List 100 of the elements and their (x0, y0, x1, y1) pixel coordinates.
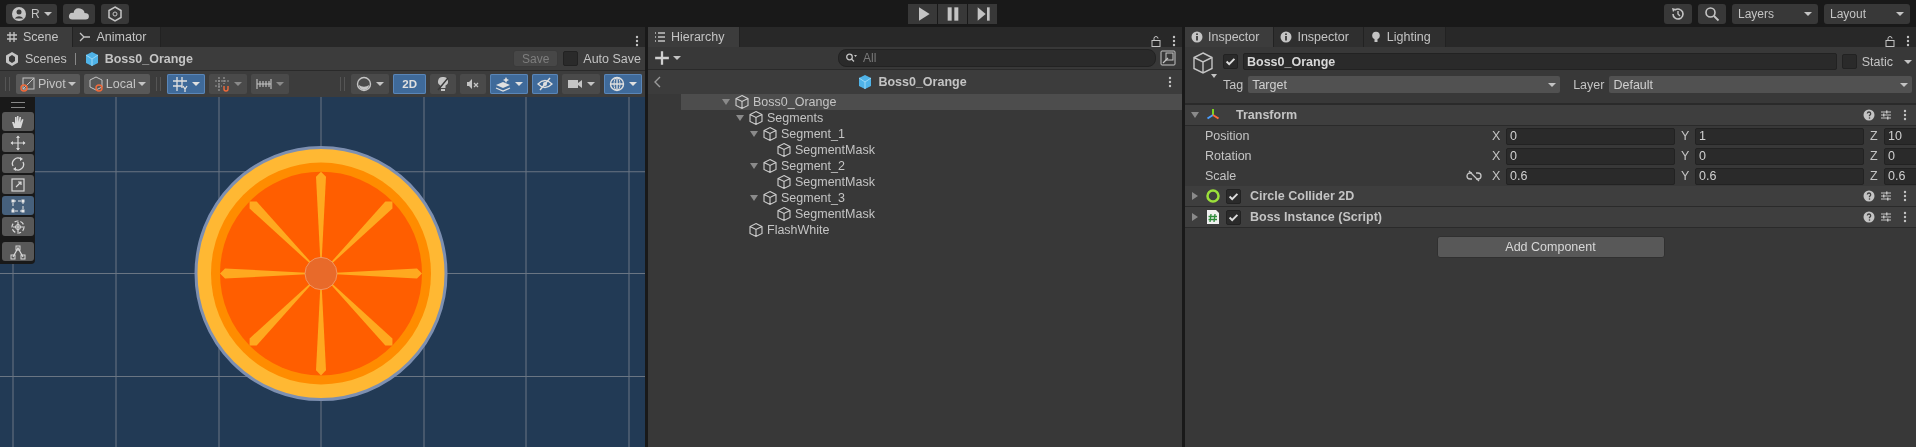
hierarchy-item[interactable]: SegmentMask (795, 175, 875, 189)
more-icon[interactable] (1172, 35, 1176, 47)
number-field[interactable]: 0 (1695, 147, 1864, 165)
tag-dropdown[interactable]: Target (1248, 76, 1561, 93)
more-icon[interactable] (1903, 190, 1907, 202)
enabled-checkbox[interactable] (1226, 188, 1241, 204)
snap-button[interactable] (250, 74, 289, 94)
hierarchy-item[interactable]: Boss0_Orange (753, 95, 837, 109)
hierarchy-item[interactable]: Segment_2 (781, 159, 845, 173)
tool-button[interactable] (1, 133, 34, 152)
play-button[interactable] (908, 3, 937, 24)
snap-button[interactable] (208, 74, 247, 94)
lock-icon[interactable] (1884, 35, 1896, 47)
sliders-icon[interactable] (1880, 211, 1892, 223)
tool-button[interactable] (1, 196, 34, 215)
enabled-checkbox[interactable] (1226, 209, 1241, 225)
hierarchy-item[interactable]: Segment_3 (781, 191, 845, 205)
history-button[interactable] (1664, 3, 1692, 24)
number-field[interactable]: 0 (1506, 147, 1675, 165)
more-icon[interactable] (1168, 76, 1172, 88)
layers-dropdown[interactable]: Layers (1732, 3, 1818, 24)
add-component-button[interactable]: Add Component (1436, 236, 1665, 258)
panel-tab[interactable]: Inspector (1274, 27, 1364, 47)
account-button[interactable]: R (6, 3, 57, 24)
layer-dropdown[interactable]: Default (1609, 76, 1912, 93)
name-field[interactable]: Boss0_Orange (1243, 53, 1837, 70)
help-icon[interactable] (1863, 190, 1875, 202)
tool-button[interactable] (1, 217, 34, 236)
tool-button[interactable] (1, 175, 34, 194)
view-toggle[interactable] (604, 74, 642, 94)
cloud-button[interactable] (62, 3, 95, 24)
number-field[interactable]: 0.6 (1884, 167, 1916, 185)
search-mode-icon[interactable] (1160, 50, 1176, 66)
panel-tab[interactable]: Hierarchy (648, 27, 740, 47)
hierarchy-item[interactable]: SegmentMask (795, 207, 875, 221)
more-icon[interactable] (1906, 35, 1910, 47)
view-toggle[interactable] (562, 74, 600, 94)
pivot-dropdown[interactable]: Pivot (16, 74, 80, 94)
hierarchy-item[interactable]: SegmentMask (795, 143, 875, 157)
breadcrumb-link[interactable]: Scenes (25, 51, 67, 66)
tool-button[interactable] (1, 242, 34, 261)
search-button[interactable] (1698, 3, 1726, 24)
package-button[interactable] (100, 3, 129, 24)
active-checkbox[interactable] (1223, 54, 1238, 69)
disclosure-triangle-icon[interactable] (749, 161, 759, 171)
caret-icon[interactable] (1904, 57, 1912, 66)
disclosure-triangle-icon[interactable] (735, 113, 745, 123)
snap-button[interactable] (166, 74, 205, 94)
disclosure-triangle-icon[interactable] (1190, 191, 1200, 201)
layout-dropdown[interactable]: Layout (1824, 3, 1910, 24)
panel-tab[interactable]: Inspector (1185, 27, 1275, 47)
help-icon[interactable] (1863, 109, 1875, 121)
axis-label[interactable]: Z (1870, 169, 1880, 183)
cube-icon[interactable] (1191, 51, 1219, 79)
component-header[interactable]: Boss Instance (Script) (1185, 207, 1916, 228)
disclosure-triangle-icon[interactable] (749, 129, 759, 139)
hierarchy-item[interactable]: FlashWhite (767, 223, 830, 237)
panel-tab[interactable]: Scene (0, 27, 74, 47)
number-field[interactable]: 0.6 (1695, 167, 1864, 185)
local-dropdown[interactable]: Local (83, 74, 150, 94)
more-icon[interactable] (635, 35, 639, 47)
axis-label[interactable]: Y (1681, 169, 1691, 183)
link-icon[interactable] (1466, 170, 1482, 182)
axis-label[interactable]: Y (1681, 149, 1691, 163)
axis-label[interactable]: X (1492, 129, 1502, 143)
view-toggle[interactable] (490, 74, 528, 94)
number-field[interactable]: 1 (1695, 127, 1864, 145)
step-button[interactable] (968, 3, 997, 24)
panel-tab[interactable]: Lighting (1363, 27, 1446, 47)
number-field[interactable]: 10 (1884, 127, 1916, 145)
hierarchy-item[interactable]: Segment_1 (781, 127, 845, 141)
axis-label[interactable]: Z (1870, 149, 1880, 163)
pause-button[interactable] (938, 3, 967, 24)
panel-tab[interactable]: Animator (73, 27, 162, 47)
disclosure-triangle-icon[interactable] (749, 193, 759, 203)
search-field[interactable]: All (838, 49, 1156, 67)
tool-button[interactable] (1, 112, 34, 131)
view-toggle[interactable] (351, 74, 390, 94)
tool-button[interactable] (1, 154, 34, 173)
scene-view[interactable] (0, 97, 645, 447)
axis-label[interactable]: Z (1870, 129, 1880, 143)
view-toggle[interactable]: 2D (393, 74, 426, 94)
hierarchy-item[interactable]: Segments (767, 111, 824, 125)
component-header[interactable]: Transform (1185, 105, 1916, 126)
view-toggle[interactable] (460, 74, 486, 94)
number-field[interactable]: 0.6 (1506, 167, 1675, 185)
number-field[interactable]: 0 (1884, 147, 1916, 165)
component-header[interactable]: Circle Collider 2D (1185, 186, 1916, 207)
disclosure-triangle-icon[interactable] (1190, 212, 1200, 222)
more-icon[interactable] (1903, 211, 1907, 223)
axis-label[interactable]: X (1492, 169, 1502, 183)
back-icon[interactable] (654, 76, 662, 88)
number-field[interactable]: 0 (1506, 127, 1675, 145)
sliders-icon[interactable] (1880, 109, 1892, 121)
view-toggle[interactable] (430, 74, 456, 94)
sliders-icon[interactable] (1880, 190, 1892, 202)
create-button[interactable] (654, 50, 681, 66)
view-toggle[interactable] (532, 74, 558, 94)
disclosure-triangle-icon[interactable] (721, 97, 731, 107)
disclosure-triangle-icon[interactable] (1190, 110, 1200, 120)
